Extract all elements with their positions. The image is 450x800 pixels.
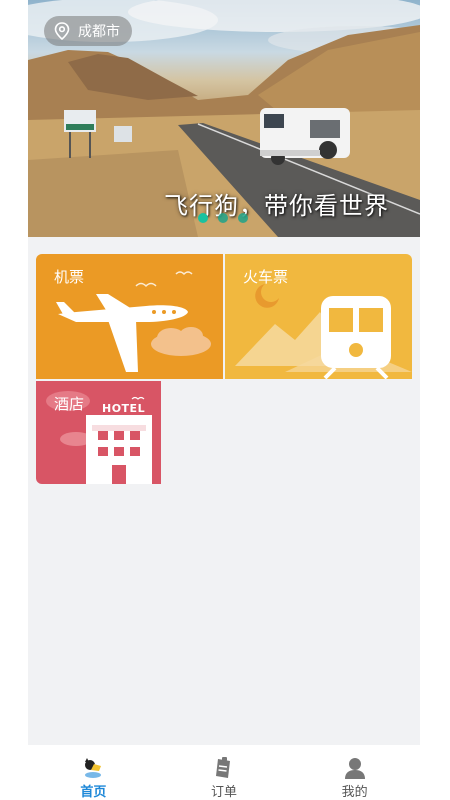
hotel-tile[interactable]: HOTEL 酒店 — [36, 381, 161, 484]
carousel-indicator — [198, 213, 248, 223]
home-screen: 成都市 飞行狗，带你看世界 机票 火车票 HOTEL 酒店 — [28, 0, 420, 745]
bottom-tab-bar: 首页 订单 我的 — [28, 745, 420, 800]
location-selector[interactable]: 成都市 — [44, 16, 132, 46]
location-pin-icon — [54, 22, 70, 40]
train-tile-label: 火车票 — [243, 268, 289, 286]
location-label: 成都市 — [78, 24, 120, 40]
tab-profile[interactable]: 我的 — [289, 745, 420, 800]
tab-orders-label: 订单 — [211, 785, 238, 800]
banner-carousel[interactable]: 成都市 飞行狗，带你看世界 — [28, 0, 420, 237]
tab-home[interactable]: 首页 — [28, 745, 159, 800]
carousel-dot[interactable] — [238, 213, 248, 223]
flight-tickets-tile[interactable]: 机票 — [36, 254, 223, 379]
hotel-tile-label: 酒店 — [54, 395, 85, 413]
flight-tile-label: 机票 — [54, 268, 85, 286]
train-tickets-tile[interactable]: 火车票 — [225, 254, 412, 379]
carousel-dot[interactable] — [218, 213, 228, 223]
home-dog-icon — [85, 758, 102, 778]
tab-home-label: 首页 — [80, 785, 107, 800]
hotel-sign-text: HOTEL — [102, 402, 146, 415]
tab-profile-label: 我的 — [341, 785, 368, 800]
order-icon — [216, 757, 230, 778]
profile-icon — [344, 758, 365, 779]
carousel-dot[interactable] — [198, 213, 208, 223]
tab-orders[interactable]: 订单 — [159, 745, 290, 800]
